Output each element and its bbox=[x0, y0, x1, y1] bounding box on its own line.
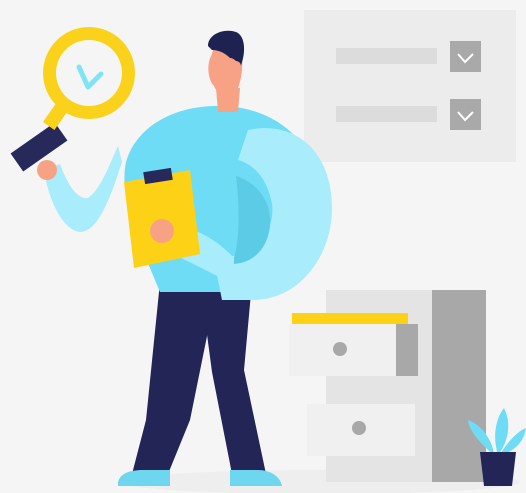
drawer-knob bbox=[352, 421, 366, 435]
drawer-open-side bbox=[396, 324, 418, 376]
panel-row-1 bbox=[336, 48, 437, 64]
panel-row-1-checkbox bbox=[450, 41, 481, 72]
illustration bbox=[0, 0, 526, 493]
left-shoe bbox=[118, 470, 170, 486]
raised-hand bbox=[37, 160, 57, 180]
cabinet-icon bbox=[289, 290, 486, 482]
clipboard-icon bbox=[124, 167, 200, 268]
plant-pot bbox=[480, 452, 516, 486]
folder bbox=[292, 313, 408, 324]
cabinet-side bbox=[432, 290, 486, 482]
drawer-knob bbox=[333, 342, 347, 356]
magnifier-glass bbox=[56, 40, 122, 106]
background-panel bbox=[304, 10, 516, 162]
panel-card bbox=[304, 10, 516, 162]
holding-hand bbox=[150, 219, 174, 243]
right-leg bbox=[200, 282, 266, 474]
illustration-canvas bbox=[10, 10, 526, 493]
raised-arm bbox=[44, 146, 122, 232]
panel-row-2-checkbox bbox=[450, 99, 481, 130]
ear bbox=[231, 61, 241, 71]
person bbox=[10, 27, 332, 486]
panel-row-2 bbox=[336, 106, 437, 122]
